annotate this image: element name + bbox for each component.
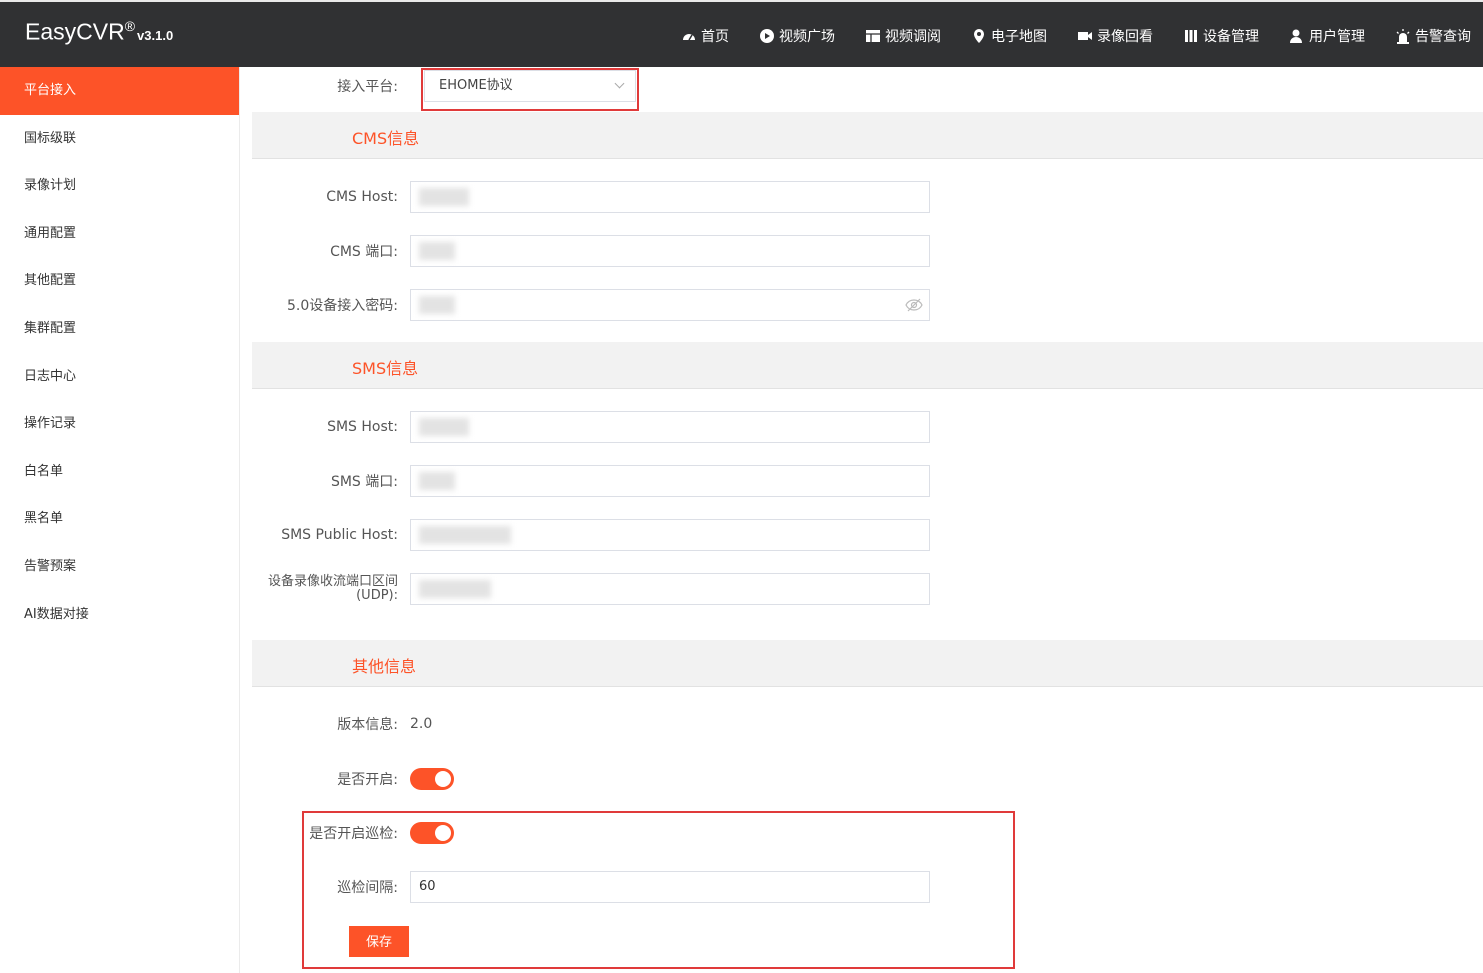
section-title-cms: CMS信息: [352, 129, 420, 148]
section-other: 其他信息: [252, 640, 1483, 687]
map-pin-icon: [974, 29, 984, 43]
sidebar-item-operation-log[interactable]: 操作记录: [0, 400, 239, 448]
sms-udp-range-row: 设备录像收流端口区间 (UDP):: [252, 573, 930, 605]
sms-udp-range-label-line2: (UDP):: [356, 588, 398, 603]
sms-udp-range-input[interactable]: [410, 573, 930, 605]
section-title-sms: SMS信息: [352, 359, 419, 378]
enable-toggle[interactable]: [410, 768, 454, 790]
user-icon: [1290, 29, 1302, 43]
section-cms: CMS信息: [252, 112, 1483, 159]
sidebar-item-platform-access[interactable]: 平台接入: [0, 67, 239, 115]
sms-port-label: SMS 端口:: [330, 474, 398, 490]
highlight-box-platform: [421, 68, 639, 111]
nav-video-view[interactable]: 视频调阅: [865, 26, 941, 46]
highlight-box-patrol: [302, 811, 1015, 969]
cms-port-input[interactable]: [410, 235, 930, 267]
section-title-other: 其他信息: [352, 657, 417, 676]
enable-label: 是否开启:: [337, 772, 398, 788]
play-icon: [760, 29, 774, 43]
version-value: 2.0: [410, 716, 433, 732]
sms-public-host-input[interactable]: [410, 519, 930, 551]
sidebar-item-gb-cascade[interactable]: 国标级联: [0, 115, 239, 163]
top-bar: EasyCVR®v3.1.0 首页 视频广场 视频调阅 电子地图 录像回看 设备…: [0, 0, 1483, 67]
alarm-icon: [1396, 29, 1410, 44]
sms-port-row: SMS 端口:: [252, 465, 930, 497]
cms-password-label: 5.0设备接入密码:: [287, 298, 398, 314]
nav-label: 电子地图: [991, 29, 1047, 45]
sidebar-item-alarm-plan[interactable]: 告警预案: [0, 543, 239, 591]
app-logo[interactable]: EasyCVR®v3.1.0: [25, 18, 173, 46]
sidebar-item-other-config[interactable]: 其他配置: [0, 257, 239, 305]
registered-mark: ®: [124, 18, 136, 34]
sms-public-host-label: SMS Public Host:: [281, 527, 398, 543]
nav-devices[interactable]: 设备管理: [1183, 26, 1259, 46]
nav-label: 录像回看: [1097, 29, 1153, 45]
nav-label: 视频广场: [779, 29, 835, 45]
sidebar: 平台接入 国标级联 录像计划 通用配置 其他配置 集群配置 日志中心 操作记录 …: [0, 67, 240, 973]
nav-label: 设备管理: [1203, 29, 1259, 45]
eye-hidden-icon[interactable]: [905, 297, 923, 313]
sidebar-item-log-center[interactable]: 日志中心: [0, 353, 239, 401]
sidebar-item-blacklist[interactable]: 黑名单: [0, 495, 239, 543]
cms-host-row: CMS Host:: [252, 181, 930, 213]
app-name: EasyCVR: [25, 18, 125, 45]
nav-video-square[interactable]: 视频广场: [759, 26, 835, 46]
nav-label: 用户管理: [1309, 29, 1365, 45]
section-sms: SMS信息: [252, 342, 1483, 389]
cms-host-label: CMS Host:: [326, 189, 398, 205]
sidebar-item-cluster-config[interactable]: 集群配置: [0, 305, 239, 353]
sidebar-item-whitelist[interactable]: 白名单: [0, 448, 239, 496]
cms-password-input[interactable]: [410, 289, 930, 321]
nav-playback[interactable]: 录像回看: [1077, 26, 1153, 46]
nav-alarms[interactable]: 告警查询: [1395, 26, 1471, 46]
enable-row: 是否开启:: [252, 767, 454, 791]
dashboard-icon: [683, 34, 695, 41]
sms-public-host-row: SMS Public Host:: [252, 519, 930, 551]
video-camera-icon: [1078, 32, 1092, 40]
sidebar-item-general-config[interactable]: 通用配置: [0, 210, 239, 258]
top-nav: 首页 视频广场 视频调阅 电子地图 录像回看 设备管理 用户管理 告警查询: [651, 26, 1471, 46]
sms-udp-range-label: 设备录像收流端口区间 (UDP):: [252, 575, 410, 603]
grid-icon: [866, 30, 880, 42]
cms-host-input[interactable]: [410, 181, 930, 213]
sms-host-label: SMS Host:: [327, 419, 398, 435]
sms-host-input[interactable]: [410, 411, 930, 443]
sidebar-item-record-plan[interactable]: 录像计划: [0, 162, 239, 210]
platform-label: 接入平台:: [337, 79, 398, 95]
app-version: v3.1.0: [137, 27, 174, 43]
nav-map[interactable]: 电子地图: [971, 26, 1047, 46]
nav-label: 视频调阅: [885, 29, 941, 45]
nav-home[interactable]: 首页: [681, 26, 729, 46]
sms-udp-range-label-line1: 设备录像收流端口区间: [267, 574, 398, 589]
nav-users[interactable]: 用户管理: [1289, 26, 1365, 46]
nav-label: 首页: [701, 29, 729, 45]
sms-host-row: SMS Host:: [252, 411, 930, 443]
nav-label: 告警查询: [1415, 29, 1471, 45]
device-icon: [1185, 30, 1197, 42]
cms-password-row: 5.0设备接入密码:: [252, 289, 930, 321]
sms-port-input[interactable]: [410, 465, 930, 497]
cms-port-label: CMS 端口:: [330, 244, 398, 260]
sidebar-item-ai-data[interactable]: AI数据对接: [0, 591, 239, 639]
version-label: 版本信息:: [337, 717, 398, 733]
version-row: 版本信息: 2.0: [252, 713, 432, 735]
cms-port-row: CMS 端口:: [252, 235, 930, 267]
